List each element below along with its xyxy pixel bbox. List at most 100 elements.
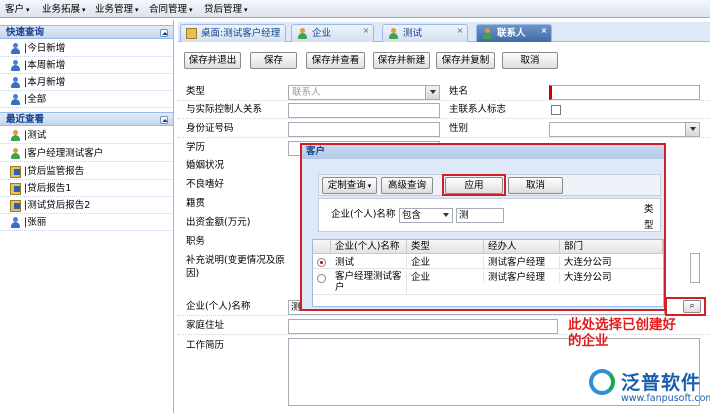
chevron-down-icon: ▾	[82, 6, 86, 14]
chevron-down-icon: ▾	[135, 6, 139, 14]
dialog-toolbar: 定制查询 ▾ 高级查询 应用 取消	[318, 174, 661, 196]
customer-lookup-dialog: 客户 定制查询 ▾ 高级查询 应用 取消 企业(个人)名称 包含 测 类型 企业(…	[300, 143, 666, 311]
contact-icon	[482, 28, 493, 39]
row-radio[interactable]	[317, 258, 326, 267]
chevron-down-icon: ▾	[26, 6, 30, 14]
tab-bar: 桌面:测试客户经理 企业 × 测试 × 联系人 ×	[178, 22, 710, 42]
address-label: 家庭住址	[186, 320, 225, 331]
brand-watermark: 泛普软件 www.fanpusoft.com	[583, 365, 710, 413]
tutorial-annotation: 此处选择已创建好的企业	[568, 317, 676, 349]
gender-label: 性别	[449, 123, 469, 134]
collapse-icon[interactable]	[160, 116, 168, 124]
grid-select-header	[313, 240, 331, 254]
quick-query-header[interactable]: 快速查询	[0, 25, 173, 39]
brand-name: 泛普软件	[621, 372, 702, 394]
menu-customer[interactable]: 客户 ▾	[5, 3, 30, 16]
contact-icon	[297, 28, 308, 39]
save-and-view-button[interactable]: 保存并查看	[306, 52, 365, 69]
menu-bar: 客户 ▾ 业务拓展 ▾ 业务管理 ▾ 合同管理 ▾ 贷后管理 ▾	[0, 0, 710, 18]
dialog-cancel-button[interactable]: 取消	[508, 177, 563, 194]
type-select[interactable]: 联系人	[288, 85, 440, 100]
advanced-query-button[interactable]: 高级查询	[381, 177, 433, 194]
chevron-down-icon: ▾	[367, 182, 372, 190]
report-icon	[10, 166, 21, 178]
close-icon[interactable]: ×	[456, 27, 464, 35]
idcard-label: 身份证号码	[186, 123, 234, 134]
chevron-down-icon	[690, 127, 696, 134]
report-icon	[10, 183, 21, 195]
remark-textarea[interactable]	[690, 253, 700, 283]
collapse-icon[interactable]	[160, 29, 168, 37]
resume-label: 工作简历	[186, 340, 225, 351]
grid-header-name: 企业(个人)名称	[331, 240, 407, 254]
address-input[interactable]	[288, 319, 558, 334]
company-label: 企业(个人)名称	[186, 301, 251, 312]
table-row[interactable]: 测试 企业 测试客户经理 大连分公司	[313, 255, 663, 269]
form-toolbar: 保存并退出 保存 保存并查看 保存并新建 保存并复制 取消	[178, 43, 710, 73]
person-icon	[10, 217, 21, 229]
idcard-input[interactable]	[288, 122, 440, 137]
dialog-title: 客户	[302, 145, 664, 159]
chevron-down-icon	[443, 213, 449, 220]
sidebar-item-all[interactable]: |全部	[0, 92, 173, 108]
person-icon	[10, 43, 21, 55]
custom-query-button[interactable]: 定制查询 ▾	[322, 177, 377, 194]
person-icon	[10, 94, 21, 106]
dialog-filter: 企业(个人)名称 包含 测 类型	[318, 198, 661, 232]
tab-enterprise[interactable]: 企业 ×	[291, 24, 374, 42]
cancel-button[interactable]: 取消	[502, 52, 558, 69]
gender-select[interactable]	[549, 122, 700, 137]
menu-post-loan[interactable]: 贷后管理 ▾	[204, 3, 248, 16]
tab-contact[interactable]: 联系人 ×	[476, 24, 552, 42]
grid-header-dept: 部门	[560, 240, 663, 254]
sidebar-item-report-3[interactable]: |测试贷后报告2	[0, 198, 173, 214]
relation-label: 与实际控制人关系	[186, 104, 263, 115]
grid-header-type: 类型	[407, 240, 484, 254]
tab-test[interactable]: 测试 ×	[382, 24, 468, 42]
name-label: 姓名	[449, 86, 469, 97]
filter-field-label: 企业(个人)名称	[331, 209, 396, 220]
education-label: 学历	[186, 142, 206, 153]
save-and-exit-button[interactable]: 保存并退出	[184, 52, 241, 69]
sidebar-item-today[interactable]: |今日新增	[0, 41, 173, 57]
sidebar-item-zhangli[interactable]: |张丽	[0, 215, 173, 231]
row-radio[interactable]	[317, 274, 326, 283]
close-icon[interactable]: ×	[362, 27, 370, 35]
close-icon[interactable]: ×	[540, 27, 548, 35]
sidebar-item-report-2[interactable]: |贷后报告1	[0, 181, 173, 197]
contact-icon	[388, 28, 399, 39]
filter-operator-select[interactable]: 包含	[399, 208, 453, 223]
table-row[interactable]: 客户经理测试客户 企业 测试客户经理 大连分公司	[313, 270, 663, 295]
remark-label: 补充说明(变更情况及原因)	[186, 255, 285, 279]
menu-contract-manage[interactable]: 合同管理 ▾	[149, 3, 193, 16]
report-icon	[10, 200, 21, 212]
filter-value-input[interactable]: 测	[456, 208, 504, 223]
capital-label: 出资金额(万元)	[186, 217, 251, 228]
contact-icon	[10, 148, 21, 160]
menu-business-expand[interactable]: 业务拓展 ▾	[42, 3, 86, 16]
save-button[interactable]: 保存	[250, 52, 297, 69]
save-and-copy-button[interactable]: 保存并复制	[436, 52, 495, 69]
name-input[interactable]	[549, 85, 700, 100]
save-and-new-button[interactable]: 保存并新建	[373, 52, 430, 69]
brand-logo-icon	[589, 369, 615, 395]
apply-highlight	[442, 174, 506, 196]
sidebar-item-week[interactable]: |本周新增	[0, 58, 173, 74]
contact-icon	[10, 130, 21, 142]
relation-input[interactable]	[288, 103, 440, 118]
sidebar-item-report-1[interactable]: |贷后监管报告	[0, 164, 173, 180]
search-icon[interactable]: ⌕	[683, 300, 701, 313]
recent-view-header[interactable]: 最近查看	[0, 112, 173, 126]
filter-type-label: 类型	[644, 204, 654, 231]
menu-business-manage[interactable]: 业务管理 ▾	[95, 3, 139, 16]
sidebar-item-month[interactable]: |本月新增	[0, 75, 173, 91]
chevron-down-icon: ▾	[189, 6, 193, 14]
primary-contact-checkbox[interactable]	[551, 105, 561, 115]
primary-contact-label: 主联系人标志	[449, 104, 507, 115]
sidebar-item-test[interactable]: |测试	[0, 128, 173, 144]
tab-desktop[interactable]: 桌面:测试客户经理	[180, 24, 286, 42]
position-label: 职务	[186, 236, 206, 247]
chevron-down-icon: ▾	[244, 6, 248, 14]
brand-url: www.fanpusoft.com	[621, 393, 710, 404]
sidebar-item-manager-test[interactable]: |客户经理测试客户	[0, 146, 173, 162]
